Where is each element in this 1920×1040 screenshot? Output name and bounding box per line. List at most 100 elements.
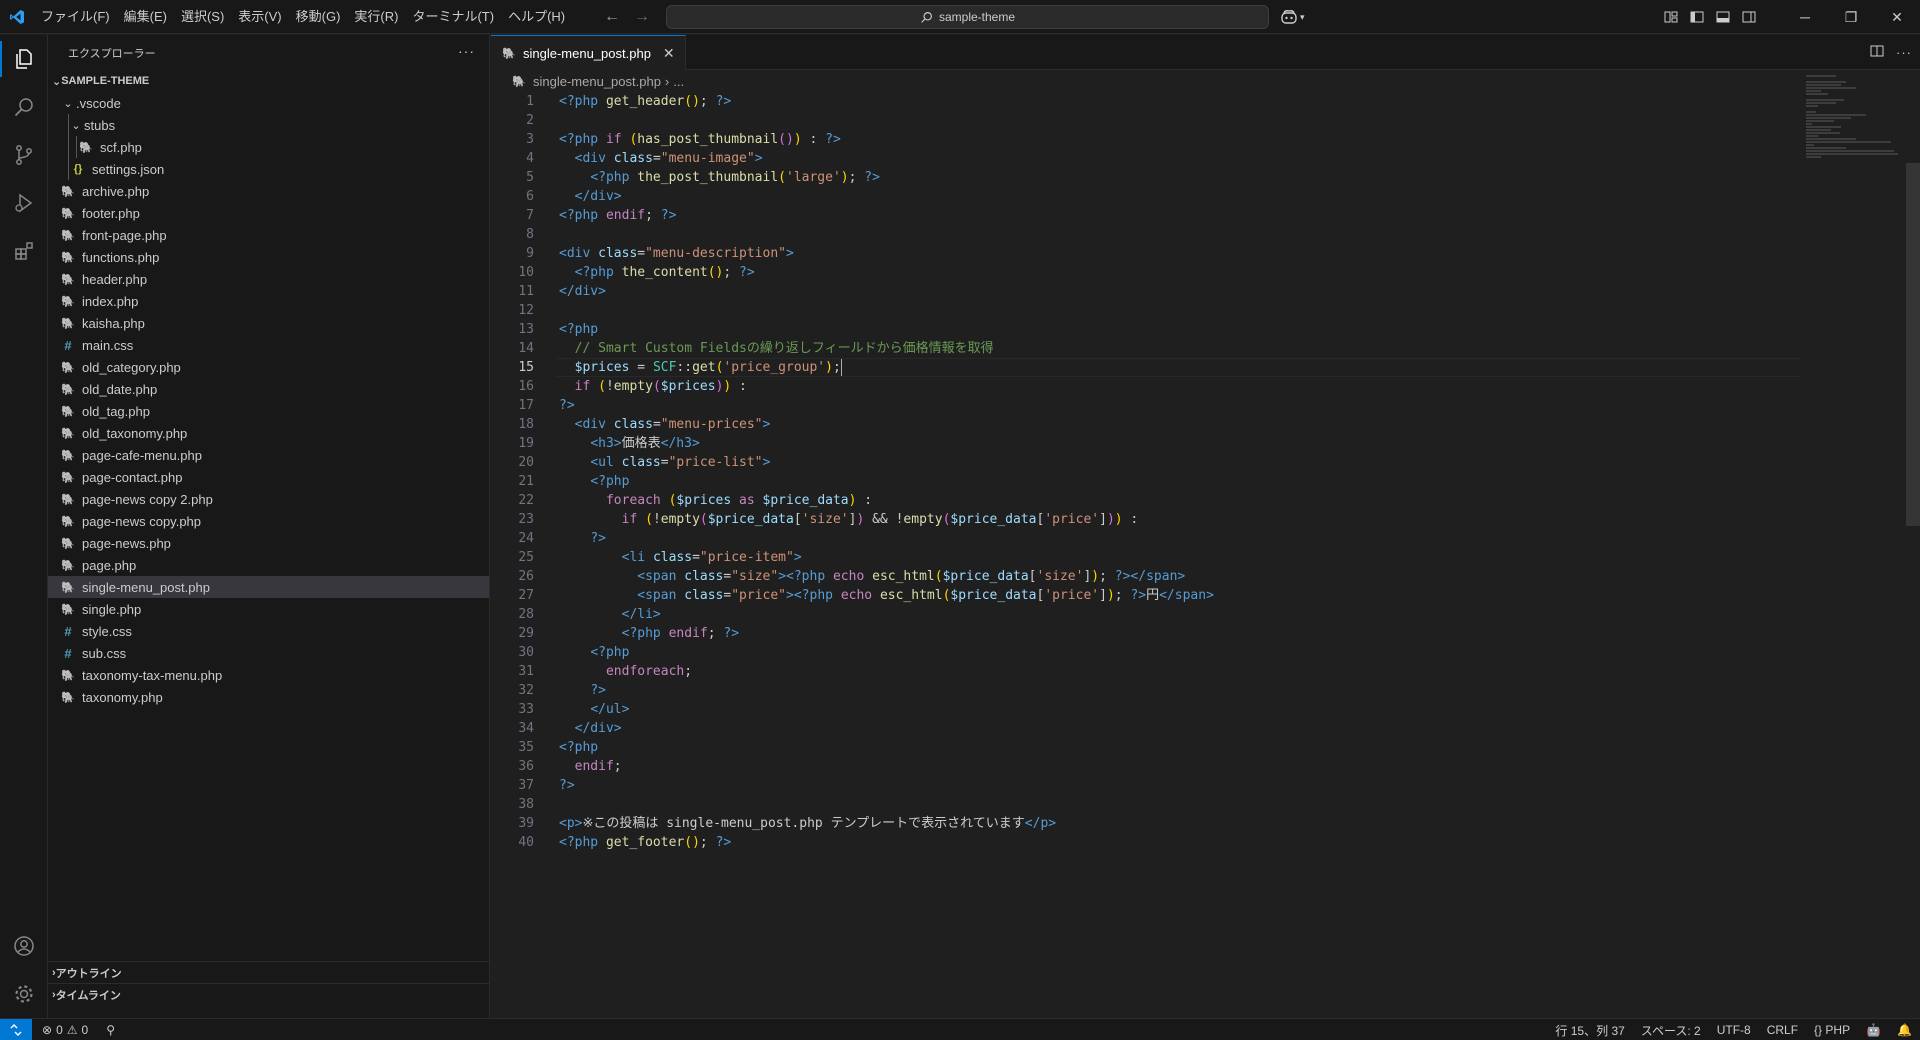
tree-folder-vscode[interactable]: ⌄ .vscode	[48, 92, 489, 114]
problems-status[interactable]: ⊗ 0 ⚠ 0	[42, 1023, 88, 1037]
code-line: 4 <div class="menu-image">	[526, 151, 763, 166]
tree-file-item[interactable]: # style.css	[48, 620, 489, 642]
tree-file-item[interactable]: 🐘 page-news copy 2.php	[48, 488, 489, 510]
tree-file-item[interactable]: 🐘 header.php	[48, 268, 489, 290]
tree-file-item[interactable]: 🐘 archive.php	[48, 180, 489, 202]
language-label: PHP	[1825, 1023, 1851, 1037]
run-debug-icon[interactable]	[0, 179, 48, 227]
tree-file-item[interactable]: 🐘 page-news.php	[48, 532, 489, 554]
indentation[interactable]: スペース: 2	[1641, 1022, 1701, 1039]
tree-file-item[interactable]: 🐘 functions.php	[48, 246, 489, 268]
tree-file-item[interactable]: # sub.css	[48, 642, 489, 664]
tree-file-label: old_tag.php	[82, 403, 150, 419]
end-of-line[interactable]: CRLF	[1767, 1023, 1798, 1037]
command-center-search[interactable]: sample-theme	[666, 5, 1269, 29]
tree-file-label: page-contact.php	[82, 469, 183, 485]
tree-file-item[interactable]: 🐘 front-page.php	[48, 224, 489, 246]
encoding[interactable]: UTF-8	[1717, 1023, 1751, 1037]
port-icon[interactable]: ⚲	[106, 1023, 115, 1037]
code-line: 14 // Smart Custom Fieldsの繰り返しフィールドから価格情…	[518, 341, 994, 356]
indent-guide	[68, 136, 69, 158]
tree-file-settings-json[interactable]: {} settings.json	[48, 158, 489, 180]
cursor-position[interactable]: 行 15、列 37	[1555, 1022, 1624, 1039]
code-line: 33 </ul>	[518, 702, 630, 717]
tree-file-scf[interactable]: 🐘 scf.php	[48, 136, 489, 158]
notifications-icon[interactable]: 🔔	[1897, 1023, 1912, 1037]
toggle-secondary-sidebar-icon[interactable]	[1736, 0, 1762, 34]
tree-file-item[interactable]: 🐘 page-cafe-menu.php	[48, 444, 489, 466]
restore-icon[interactable]: ❐	[1828, 0, 1874, 34]
search-icon	[921, 11, 932, 23]
tree-file-label: page-news copy 2.php	[82, 491, 213, 507]
tree-file-item[interactable]: 🐘 old_taxonomy.php	[48, 422, 489, 444]
breadcrumb-symbol[interactable]: ...	[673, 74, 684, 89]
code-line: 17 ?>	[518, 398, 575, 413]
tree-file-item[interactable]: 🐘 old_date.php	[48, 378, 489, 400]
extensions-icon[interactable]	[0, 227, 48, 275]
tree-folder-stubs[interactable]: ⌄ stubs	[48, 114, 489, 136]
tree-file-item[interactable]: 🐘 index.php	[48, 290, 489, 312]
menu-selection[interactable]: 選択(S)	[174, 5, 231, 29]
toggle-panel-icon[interactable]	[1710, 0, 1736, 34]
tree-file-item[interactable]: 🐘 taxonomy-tax-menu.php	[48, 664, 489, 686]
outline-section[interactable]: › アウトライン	[48, 961, 489, 983]
remote-icon[interactable]	[0, 1018, 32, 1040]
tree-file-item[interactable]: 🐘 taxonomy.php	[48, 686, 489, 708]
forward-arrow-icon[interactable]: →	[634, 8, 650, 26]
tree-file-label: footer.php	[82, 205, 140, 221]
menu-file[interactable]: ファイル(F)	[34, 5, 117, 29]
menu-view[interactable]: 表示(V)	[231, 5, 288, 29]
tree-file-item[interactable]: 🐘 kaisha.php	[48, 312, 489, 334]
activity-bar	[0, 35, 48, 1018]
tree-file-label: single-menu_post.php	[82, 579, 210, 595]
command-center-label: sample-theme	[938, 10, 1016, 24]
settings-gear-icon[interactable]	[0, 970, 48, 1018]
tree-file-item[interactable]: 🐘 old_category.php	[48, 356, 489, 378]
copilot-button[interactable]: ▾	[1280, 7, 1305, 27]
css-file-icon: #	[64, 645, 72, 661]
php-file-icon: 🐘	[61, 427, 75, 440]
text-cursor	[840, 359, 842, 376]
more-actions-icon[interactable]: ···	[1896, 45, 1912, 60]
customize-layout-icon[interactable]	[1658, 0, 1684, 34]
source-control-icon[interactable]	[0, 131, 48, 179]
minimap[interactable]	[1806, 75, 1906, 195]
indent-guide	[76, 136, 77, 158]
php-file-icon: 🐘	[61, 471, 75, 484]
toggle-primary-sidebar-icon[interactable]	[1684, 0, 1710, 34]
tree-file-item[interactable]: 🐘 page-news copy.php	[48, 510, 489, 532]
close-icon[interactable]: ✕	[663, 45, 675, 62]
menu-edit[interactable]: 編集(E)	[117, 5, 174, 29]
code-line: 26 <span class="size"><?php echo esc_htm…	[518, 569, 1186, 584]
minimize-icon[interactable]: ─	[1782, 0, 1828, 34]
copilot-status-icon[interactable]: 🤖	[1866, 1023, 1881, 1037]
code-editor[interactable]: 1 <?php get_header(); ?> 2 3 <?php if (has…	[491, 92, 1920, 852]
timeline-section[interactable]: › タイムライン	[48, 983, 489, 1005]
breadcrumb-file[interactable]: single-menu_post.php	[533, 74, 661, 89]
tree-file-item[interactable]: 🐘 page-contact.php	[48, 466, 489, 488]
tree-file-item[interactable]: 🐘 footer.php	[48, 202, 489, 224]
back-arrow-icon[interactable]: ←	[604, 8, 620, 26]
menu-go[interactable]: 移動(G)	[289, 5, 348, 29]
more-actions-icon[interactable]: ···	[458, 43, 475, 59]
explorer-icon[interactable]	[0, 35, 48, 83]
search-icon[interactable]	[0, 83, 48, 131]
tab-label: single-menu_post.php	[523, 45, 651, 61]
close-window-icon[interactable]: ✕	[1874, 0, 1920, 34]
code-line: 40 <?php get_footer(); ?>	[518, 835, 732, 850]
account-icon[interactable]	[0, 922, 48, 970]
menu-help[interactable]: ヘルプ(H)	[501, 5, 572, 29]
language-mode[interactable]: {} PHP	[1814, 1023, 1850, 1037]
editor-tab-active[interactable]: 🐘 single-menu_post.php ✕	[491, 35, 686, 70]
tree-file-item[interactable]: # main.css	[48, 334, 489, 356]
menu-run[interactable]: 実行(R)	[347, 5, 405, 29]
split-editor-icon[interactable]	[1870, 44, 1884, 61]
tree-file-item[interactable]: 🐘 page.php	[48, 554, 489, 576]
tree-file-item[interactable]: 🐘 single-menu_post.php	[48, 576, 489, 598]
tree-file-item[interactable]: 🐘 old_tag.php	[48, 400, 489, 422]
workspace-folder[interactable]: ⌄ SAMPLE-THEME	[48, 70, 489, 92]
vertical-scrollbar[interactable]	[1906, 163, 1920, 526]
menu-terminal[interactable]: ターミナル(T)	[405, 5, 501, 29]
tree-file-item[interactable]: 🐘 single.php	[48, 598, 489, 620]
tree-folder-label: stubs	[84, 117, 116, 133]
